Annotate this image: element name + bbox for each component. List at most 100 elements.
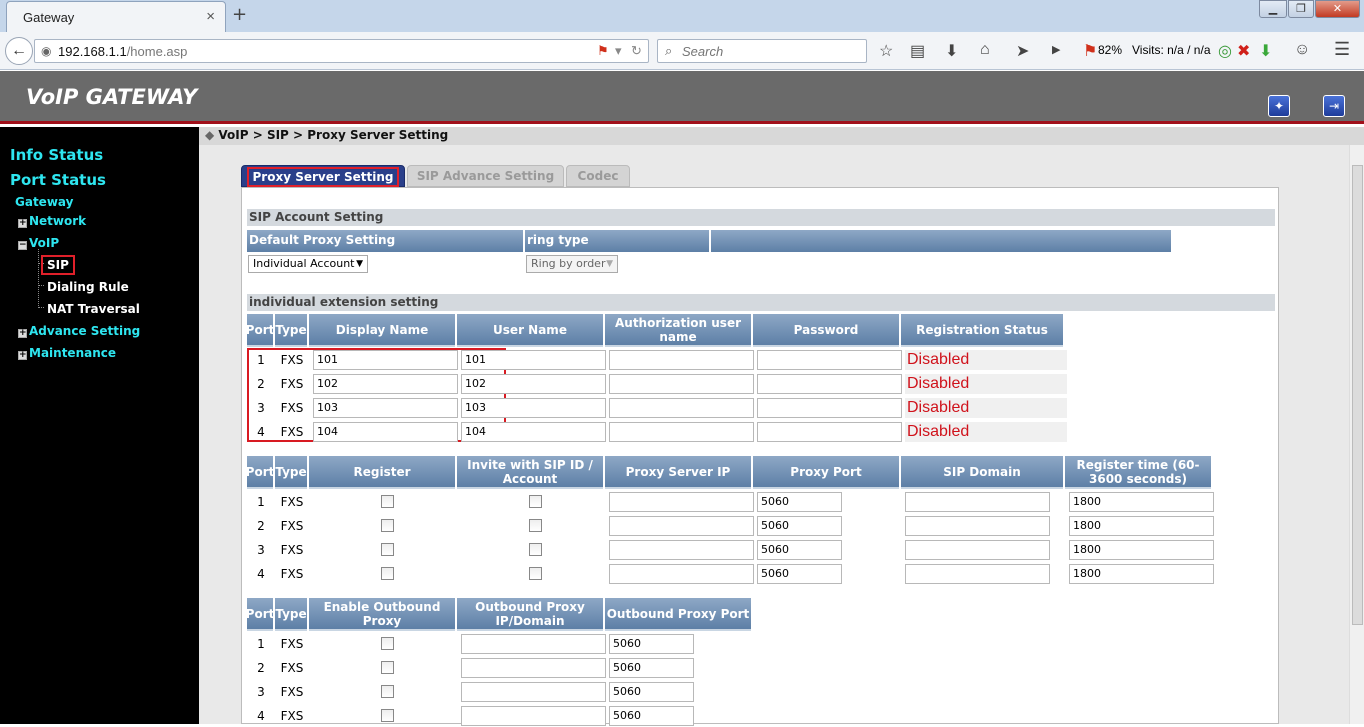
invite-sip-id-checkbox[interactable] [529,519,542,532]
green-down-arrow-icon[interactable]: ⬇ [1259,41,1272,61]
outbound-proxy-port-input[interactable]: 5060 [609,706,694,726]
logout-icon[interactable]: ⇥ [1323,95,1345,117]
menu-icon[interactable]: ☰ [1334,39,1350,60]
outbound-proxy-port-input[interactable]: 5060 [609,682,694,702]
proxy-server-ip-input[interactable] [609,564,754,584]
tab-sip-advance-setting[interactable]: SIP Advance Setting [407,165,564,187]
sidebar-item-advance-setting[interactable]: + Advance Setting [18,324,140,338]
outbound-proxy-port-input[interactable]: 5060 [609,658,694,678]
sidebar-item-maintenance[interactable]: + Maintenance [18,346,116,360]
register-time-input[interactable]: 1800 [1069,492,1214,512]
outbound-proxy-ip-input[interactable] [461,658,606,678]
user-name-input[interactable]: 102 [461,374,606,394]
send-icon[interactable]: ➤ [1016,41,1029,61]
register-checkbox[interactable] [381,567,394,580]
back-arrow-icon[interactable]: ← [5,37,33,65]
auth-user-name-input[interactable] [609,422,754,442]
register-time-input[interactable]: 1800 [1069,516,1214,536]
enable-outbound-proxy-checkbox[interactable] [381,709,394,722]
password-input[interactable] [757,422,902,442]
expand-plus-icon[interactable]: + [18,219,27,228]
sip-domain-input[interactable] [905,540,1050,560]
tab-proxy-server-setting[interactable]: Proxy Server Setting [241,165,405,187]
sip-domain-input[interactable] [905,492,1050,512]
sidebar-item-dialing-rule[interactable]: Dialing Rule [47,280,129,294]
sidebar-item-info-status[interactable]: Info Status [10,146,103,164]
register-time-input[interactable]: 1800 [1069,564,1214,584]
proxy-port-input[interactable]: 5060 [757,564,842,584]
vertical-scrollbar[interactable] [1349,145,1364,724]
invite-sip-id-checkbox[interactable] [529,567,542,580]
new-tab-button[interactable]: + [232,4,247,25]
tab-codec[interactable]: Codec [566,165,630,187]
sidebar-item-network[interactable]: + Network [18,214,86,228]
eye-icon[interactable]: ◎ [1218,41,1232,61]
home-icon[interactable]: ⌂ [980,41,990,59]
invite-sip-id-checkbox[interactable] [529,495,542,508]
auth-user-name-input[interactable] [609,350,754,370]
user-name-input[interactable]: 104 [461,422,606,442]
default-proxy-select[interactable]: Individual Account ▼ [248,255,368,273]
sip-domain-input[interactable] [905,516,1050,536]
password-input[interactable] [757,374,902,394]
proxy-server-ip-input[interactable] [609,516,754,536]
proxy-port-input[interactable]: 5060 [757,516,842,536]
expand-plus-icon[interactable]: + [18,351,27,360]
sidebar-item-gateway[interactable]: Gateway [15,195,73,209]
tab-close-icon[interactable]: × [206,8,215,25]
youtube-icon[interactable]: ▶ [1052,43,1060,56]
address-bar[interactable]: ◉ 192.168.1.1/home.asp ⚑ ▾ ↻ [34,39,649,63]
reload-icon[interactable]: ↻ [631,43,642,59]
sidebar-item-sip[interactable]: SIP [41,255,75,275]
flag-icon[interactable]: ⚑ [597,43,609,59]
register-checkbox[interactable] [381,543,394,556]
dropdown-arrow-icon[interactable]: ▾ [615,43,622,59]
register-time-input[interactable]: 1800 [1069,540,1214,560]
display-name-input[interactable]: 102 [313,374,458,394]
sidebar-item-voip[interactable]: − VoIP [18,236,59,250]
x-mark-icon[interactable]: ✖ [1237,41,1250,61]
outbound-proxy-port-input[interactable]: 5060 [609,634,694,654]
maximize-button[interactable]: ❐ [1288,0,1314,18]
reading-list-icon[interactable]: ▤ [910,41,925,61]
browser-tab[interactable]: Gateway × [6,1,226,32]
auth-user-name-input[interactable] [609,398,754,418]
proxy-port-input[interactable]: 5060 [757,492,842,512]
expand-plus-icon[interactable]: + [18,329,27,338]
collapse-minus-icon[interactable]: − [18,241,27,250]
outbound-proxy-ip-input[interactable] [461,634,606,654]
display-name-input[interactable]: 103 [313,398,458,418]
enable-outbound-proxy-checkbox[interactable] [381,685,394,698]
wizard-icon[interactable]: ✦ [1268,95,1290,117]
flag-addon-icon[interactable]: ⚑ [1083,41,1097,61]
display-name-input[interactable]: 104 [313,422,458,442]
sip-domain-input[interactable] [905,564,1050,584]
password-input[interactable] [757,350,902,370]
search-box[interactable]: ⌕ [657,39,867,63]
close-window-button[interactable]: ✕ [1315,0,1360,18]
user-name-input[interactable]: 101 [461,350,606,370]
sidebar-item-nat-traversal[interactable]: NAT Traversal [47,302,140,316]
outbound-proxy-ip-input[interactable] [461,682,606,702]
search-input[interactable] [682,43,862,59]
ring-type-select[interactable]: Ring by order ▼ [526,255,618,273]
register-checkbox[interactable] [381,519,394,532]
proxy-port-input[interactable]: 5060 [757,540,842,560]
password-input[interactable] [757,398,902,418]
bookmark-star-icon[interactable]: ☆ [879,41,893,61]
minimize-button[interactable]: ▁ [1259,0,1287,18]
download-icon[interactable]: ⬇ [945,41,958,61]
sidebar-item-port-status[interactable]: Port Status [10,171,106,189]
enable-outbound-proxy-checkbox[interactable] [381,637,394,650]
display-name-input[interactable]: 101 [313,350,458,370]
outbound-proxy-ip-input[interactable] [461,706,606,726]
proxy-server-ip-input[interactable] [609,540,754,560]
scrollbar-thumb[interactable] [1352,165,1363,625]
user-name-input[interactable]: 103 [461,398,606,418]
smiley-icon[interactable]: ☺ [1294,41,1310,59]
enable-outbound-proxy-checkbox[interactable] [381,661,394,674]
invite-sip-id-checkbox[interactable] [529,543,542,556]
auth-user-name-input[interactable] [609,374,754,394]
register-checkbox[interactable] [381,495,394,508]
proxy-server-ip-input[interactable] [609,492,754,512]
